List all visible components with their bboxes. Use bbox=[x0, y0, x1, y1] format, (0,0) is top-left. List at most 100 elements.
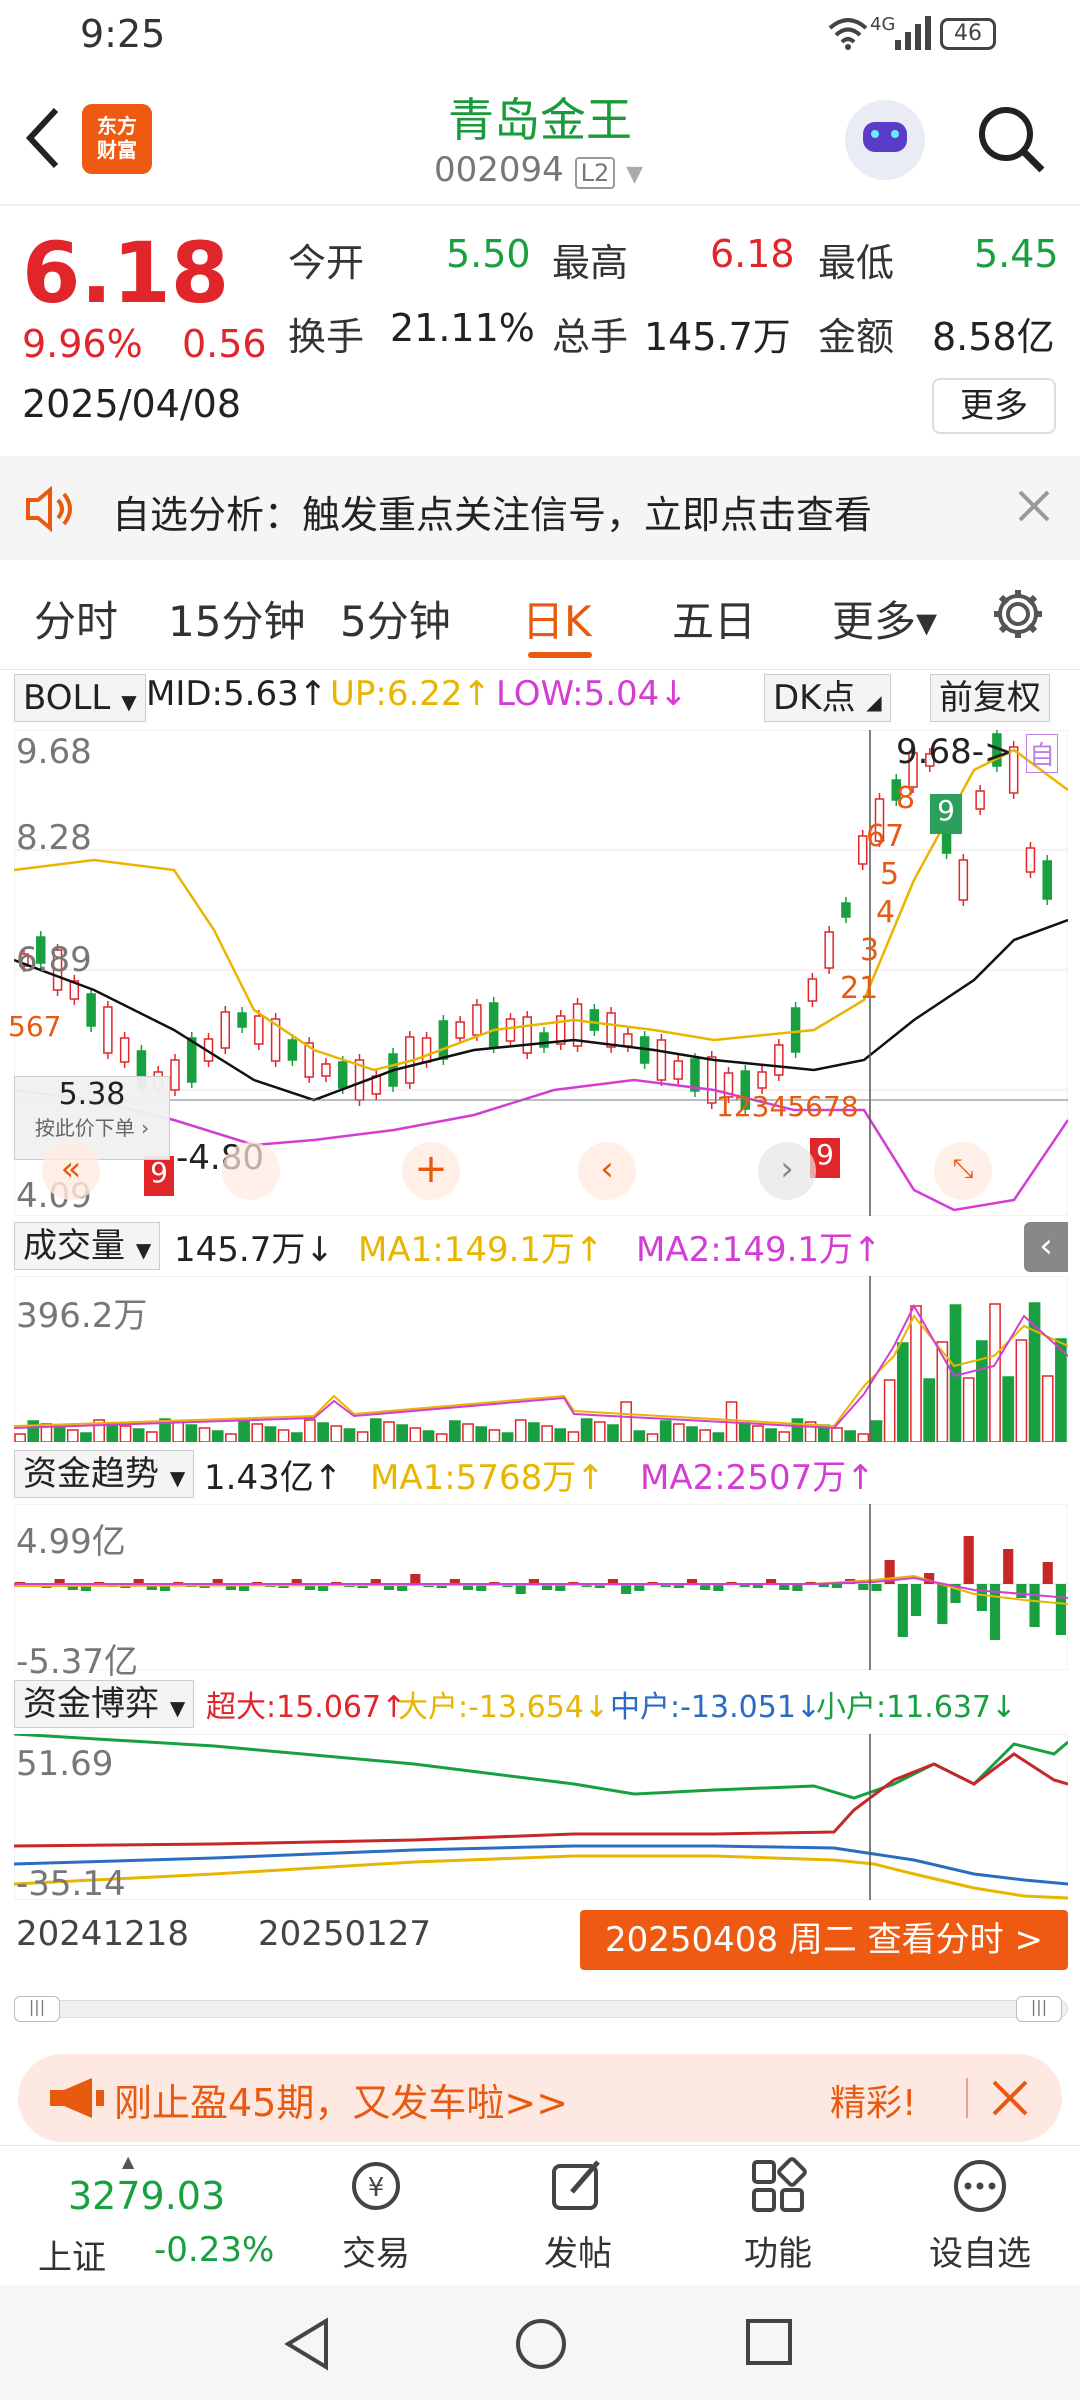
volume-bar bbox=[844, 1430, 856, 1442]
more-button[interactable]: 更多 bbox=[932, 378, 1056, 434]
scroll-left-icon[interactable]: ‹ bbox=[578, 1142, 636, 1200]
range-handle-right[interactable]: ||| bbox=[1016, 1996, 1062, 2022]
volume-bar bbox=[383, 1421, 395, 1442]
zoom-in-icon[interactable]: + bbox=[402, 1142, 460, 1200]
boll-mid: MID:5.63↑ bbox=[146, 674, 328, 714]
capital-bar bbox=[1016, 1584, 1027, 1598]
volume-indicator-select[interactable]: 成交量 ▼ bbox=[14, 1222, 161, 1270]
date-start: 20241218 bbox=[16, 1914, 190, 1954]
tab-minute[interactable]: 分时 bbox=[34, 588, 118, 649]
header: 东方 财富 青岛金王 002094 L2 ▼ bbox=[0, 76, 1080, 206]
zoom-out-button[interactable] bbox=[222, 1142, 280, 1200]
search-icon[interactable] bbox=[976, 104, 1048, 176]
nav-trade[interactable]: ¥ 交易 bbox=[306, 2156, 446, 2275]
gear-icon[interactable] bbox=[990, 586, 1046, 642]
nav-post[interactable]: 发帖 bbox=[508, 2156, 648, 2275]
medium-value: 中户:-13.051↓ bbox=[610, 1690, 822, 1725]
volume-bar bbox=[778, 1431, 791, 1442]
super-large-value: 超大:15.067↑ bbox=[206, 1690, 407, 1725]
volume-bar bbox=[831, 1427, 843, 1442]
tab-daily-k[interactable]: 日K bbox=[522, 588, 592, 649]
capital-trend-select[interactable]: 资金趋势 ▼ bbox=[14, 1450, 195, 1498]
amount-label: 金额 bbox=[818, 315, 895, 359]
volume-bar bbox=[1055, 1338, 1067, 1442]
volume-bar bbox=[304, 1419, 316, 1442]
system-back-icon[interactable] bbox=[282, 2317, 332, 2371]
volume-bar bbox=[462, 1423, 474, 1442]
volume-bar bbox=[567, 1431, 580, 1442]
capital-y-max: 4.99亿 bbox=[16, 1522, 126, 1562]
volume-bar bbox=[53, 1426, 66, 1442]
td-seq-mid: 12345678 bbox=[716, 1090, 859, 1123]
volume-bar bbox=[225, 1433, 237, 1442]
view-intraday-button[interactable]: 20250408 周二 查看分时 > bbox=[580, 1910, 1068, 1970]
capital-trend-chart[interactable] bbox=[14, 1504, 1068, 1670]
volume-bar bbox=[580, 1418, 593, 1442]
scroll-left-fast-icon[interactable]: « bbox=[42, 1142, 100, 1200]
capital-bar bbox=[410, 1574, 421, 1584]
candle bbox=[656, 1034, 667, 1086]
range-handle-left[interactable]: ||| bbox=[14, 1996, 60, 2022]
collapse-panel-icon[interactable]: ‹ bbox=[1024, 1222, 1068, 1272]
high-value: 6.18 bbox=[710, 232, 795, 276]
promo-banner[interactable]: 刚止盈45期，又发车啦>> 精彩! bbox=[18, 2054, 1062, 2142]
signal-banner[interactable]: 自选分析：触发重点关注信号，立即点击查看 bbox=[0, 456, 1080, 560]
edit-icon bbox=[552, 2160, 600, 2210]
volume-bar bbox=[514, 1419, 527, 1442]
volume-bar bbox=[277, 1429, 290, 1442]
volume-bar bbox=[435, 1433, 448, 1442]
tab-more[interactable]: 更多▾ bbox=[832, 588, 937, 649]
system-recents-icon[interactable] bbox=[744, 2317, 794, 2367]
volume-chart[interactable] bbox=[14, 1276, 1068, 1442]
volume-bar bbox=[857, 1433, 870, 1442]
capital-game-chart[interactable] bbox=[14, 1734, 1068, 1900]
clock: 9:25 bbox=[80, 12, 166, 56]
system-nav-bar bbox=[0, 2285, 1080, 2400]
volume-bar bbox=[738, 1422, 751, 1442]
volume-bar bbox=[488, 1429, 501, 1442]
self-select-tag[interactable]: 自 bbox=[1026, 734, 1059, 773]
crosshair-price-tag[interactable]: 5.38 按此价下单 › bbox=[14, 1076, 170, 1160]
dk-point-button[interactable]: DK点 ◢ bbox=[764, 674, 891, 722]
close-icon[interactable] bbox=[1016, 488, 1052, 524]
trade-icon: ¥ bbox=[352, 2162, 400, 2210]
volume-bar bbox=[593, 1421, 606, 1442]
volume-bar bbox=[409, 1427, 422, 1442]
stock-code-row[interactable]: 002094 L2 ▼ bbox=[434, 150, 643, 190]
range-slider-track[interactable] bbox=[14, 2000, 1068, 2018]
change-amount: 0.56 bbox=[182, 322, 267, 366]
scroll-right-icon[interactable]: › bbox=[758, 1142, 816, 1200]
low-value: 5.45 bbox=[974, 232, 1059, 276]
indicator-select[interactable]: BOLL ▼ bbox=[14, 674, 146, 722]
nav-add-watchlist[interactable]: 设自选 bbox=[910, 2156, 1050, 2275]
volume-bar bbox=[896, 1342, 909, 1442]
index-change: -0.23% bbox=[154, 2230, 275, 2270]
candle bbox=[556, 1010, 566, 1050]
volume-current: 145.7万↓ bbox=[174, 1230, 334, 1270]
candle bbox=[1042, 855, 1052, 905]
capital-bar bbox=[831, 1584, 843, 1588]
system-home-icon[interactable] bbox=[514, 2317, 568, 2371]
candle bbox=[86, 988, 96, 1032]
volume-bar bbox=[870, 1420, 883, 1442]
open-value: 5.50 bbox=[446, 232, 531, 276]
quote-date: 2025/04/08 bbox=[22, 382, 242, 426]
tab-five-day[interactable]: 五日 bbox=[672, 588, 756, 649]
nav-functions[interactable]: 功能 bbox=[708, 2156, 848, 2275]
capital-bar bbox=[871, 1584, 882, 1591]
robot-assistant-icon[interactable] bbox=[845, 100, 925, 180]
capital-game-select[interactable]: 资金博弈 ▼ bbox=[14, 1680, 195, 1728]
capital-bar bbox=[937, 1584, 948, 1624]
fullscreen-icon[interactable]: ⤡ bbox=[934, 1142, 992, 1200]
high-label: 最高 bbox=[552, 241, 629, 285]
promo-close-icon[interactable] bbox=[990, 2078, 1030, 2118]
volume-bar bbox=[883, 1379, 896, 1442]
index-ticker[interactable]: ▲ 3279.03 上证 -0.23% bbox=[18, 2152, 288, 2282]
volume-bar bbox=[119, 1425, 132, 1442]
adjust-select[interactable]: 前复权 bbox=[930, 674, 1050, 722]
boll-low: LOW:5.04↓ bbox=[496, 674, 688, 714]
nav-trade-label: 交易 bbox=[342, 2234, 410, 2274]
tab-15min[interactable]: 15分钟 bbox=[168, 588, 305, 649]
volume-bar bbox=[317, 1422, 329, 1442]
tab-5min[interactable]: 5分钟 bbox=[340, 588, 451, 649]
